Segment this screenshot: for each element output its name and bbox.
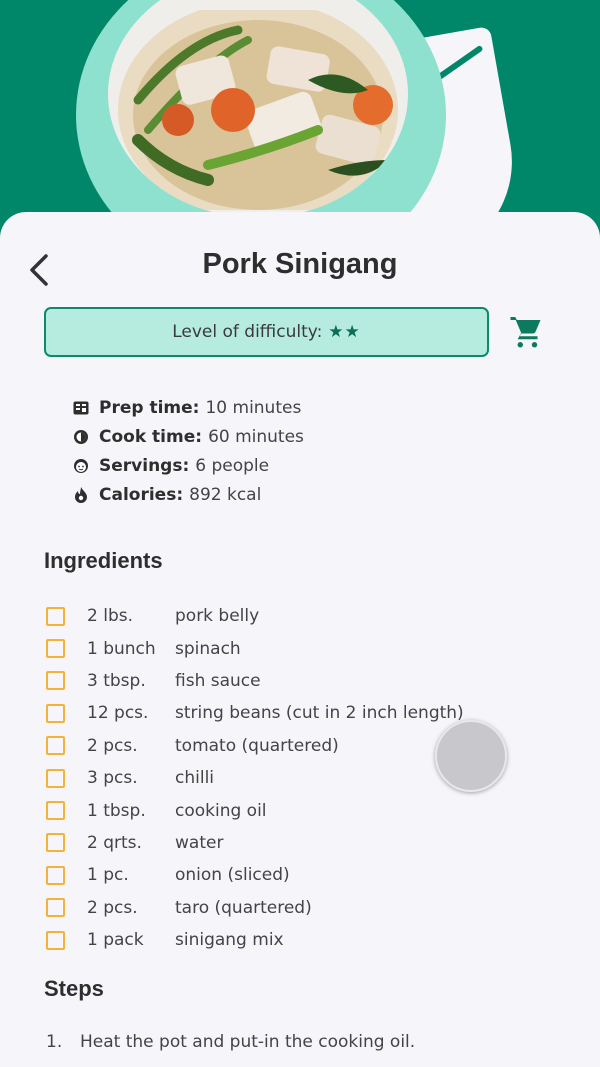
soup-illustration — [118, 10, 398, 210]
ingredient-checkbox[interactable] — [46, 930, 65, 950]
ingredient-qty: 1 tbsp. — [87, 800, 146, 821]
ingredient-qty: 2 lbs. — [87, 606, 133, 627]
ingredient-row: 1 pc. onion (sliced) — [46, 859, 516, 891]
cart-icon — [510, 317, 541, 348]
info-servings: Servings: 6 people — [72, 451, 492, 480]
steps-list: 1. Heat the pot and put-in the cooking o… — [46, 1032, 566, 1052]
info-label: Calories: — [99, 484, 184, 505]
ingredient-checkbox[interactable] — [46, 865, 65, 885]
cook-time-icon — [72, 428, 90, 446]
ingredient-name: chilli — [175, 768, 215, 789]
step-text: Heat the pot and put-in the cooking oil. — [80, 1032, 416, 1052]
step-number: 1. — [46, 1032, 63, 1052]
ingredient-qty: 1 bunch — [87, 638, 156, 659]
ingredient-name: water — [175, 832, 224, 853]
info-prep-time: Prep time: 10 minutes — [72, 393, 492, 422]
ingredient-name: pork belly — [175, 606, 260, 627]
ingredient-name: sinigang mix — [175, 930, 284, 951]
ingredient-qty: 2 pcs. — [87, 735, 138, 756]
ingredients-heading: Ingredients — [44, 548, 163, 573]
ingredient-name: taro (quartered) — [175, 897, 312, 918]
info-value: 892 kcal — [189, 484, 262, 505]
ingredient-checkbox[interactable] — [46, 768, 65, 788]
info-value: 60 minutes — [208, 426, 304, 447]
ingredient-qty: 2 pcs. — [87, 897, 138, 918]
ingredient-name: string beans (cut in 2 inch length) — [175, 703, 464, 724]
ingredient-qty: 12 pcs. — [87, 703, 149, 724]
ingredient-row: 2 pcs. taro (quartered) — [46, 892, 516, 924]
info-cook-time: Cook time: 60 minutes — [72, 422, 492, 451]
ingredient-name: spinach — [175, 638, 241, 659]
ingredient-name: cooking oil — [175, 800, 267, 821]
soup-bowl-image — [108, 0, 408, 218]
page-title: Pork Sinigang — [202, 248, 398, 280]
ingredient-qty: 3 tbsp. — [87, 670, 146, 691]
ingredient-checkbox[interactable] — [46, 639, 65, 659]
calories-icon — [72, 486, 90, 504]
difficulty-stars: ★★ — [328, 322, 361, 342]
difficulty-label: Level of difficulty: — [172, 322, 323, 342]
recipe-info: Prep time: 10 minutes Cook time: 60 minu… — [72, 393, 492, 509]
ingredient-qty: 2 qrts. — [87, 832, 142, 853]
ingredient-checkbox[interactable] — [46, 898, 65, 918]
info-label: Prep time: — [99, 397, 200, 418]
ingredient-checkbox[interactable] — [46, 671, 65, 691]
step-item: 1. Heat the pot and put-in the cooking o… — [46, 1032, 566, 1052]
difficulty-badge: Level of difficulty: ★★ — [44, 307, 489, 357]
ingredient-row: 1 pack sinigang mix — [46, 924, 516, 956]
ingredient-row: 2 qrts. water — [46, 827, 516, 859]
floating-touch-button[interactable] — [435, 720, 507, 792]
ingredient-checkbox[interactable] — [46, 833, 65, 853]
ingredient-checkbox[interactable] — [46, 801, 65, 821]
info-label: Cook time: — [99, 426, 203, 447]
info-value: 6 people — [195, 455, 270, 476]
servings-icon — [72, 457, 90, 475]
ingredient-row: 12 pcs. string beans (cut in 2 inch lengt… — [46, 697, 516, 729]
ingredient-checkbox[interactable] — [46, 736, 65, 756]
steps-heading: Steps — [44, 976, 104, 1001]
ingredient-name: tomato (quartered) — [175, 735, 339, 756]
info-calories: Calories: 892 kcal — [72, 480, 492, 509]
ingredient-row: 1 bunch spinach — [46, 632, 516, 664]
info-value: 10 minutes — [205, 397, 302, 418]
ingredient-qty: 1 pack — [87, 930, 144, 951]
ingredient-row: 3 tbsp. fish sauce — [46, 665, 516, 697]
ingredient-qty: 3 pcs. — [87, 768, 138, 789]
ingredient-row: 2 lbs. pork belly — [46, 600, 516, 632]
ingredient-qty: 1 pc. — [87, 865, 129, 886]
info-label: Servings: — [99, 455, 190, 476]
ingredient-row: 1 tbsp. cooking oil — [46, 794, 516, 826]
ingredient-checkbox[interactable] — [46, 703, 65, 723]
ingredient-checkbox[interactable] — [46, 606, 65, 626]
prep-time-icon — [72, 399, 90, 417]
ingredient-name: onion (sliced) — [175, 865, 290, 886]
ingredient-name: fish sauce — [175, 670, 261, 691]
add-to-cart-button[interactable] — [509, 314, 545, 350]
